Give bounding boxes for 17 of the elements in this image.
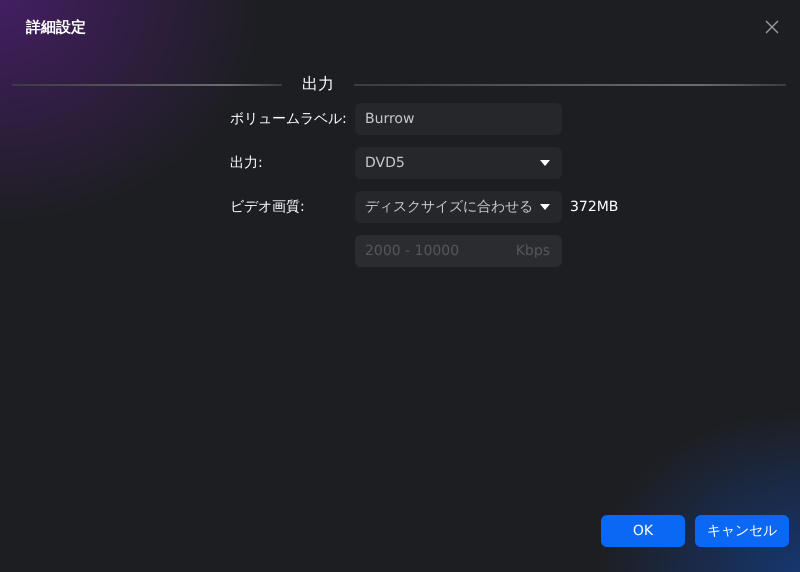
dropdown-value: ディスクサイズに合わせる: [365, 198, 533, 216]
dropdown-value: DVD5: [365, 155, 405, 171]
dropdown-caret-icon: [540, 160, 550, 166]
dropdown[interactable]: DVD5: [355, 147, 562, 179]
cancel-button[interactable]: キャンセル: [695, 515, 789, 547]
dropdown[interactable]: ディスクサイズに合わせる: [355, 191, 562, 223]
field-label: ボリュームラベル:: [230, 110, 348, 128]
close-button[interactable]: [764, 19, 780, 35]
volume-label-field[interactable]: Burrow: [355, 103, 562, 135]
dropdown-caret-icon: [540, 204, 550, 210]
size-estimate: 372MB: [570, 199, 618, 215]
field-label: 出力:: [230, 154, 264, 172]
field-label: ビデオ画質:: [230, 198, 306, 216]
section-title: 出力: [302, 74, 334, 95]
ok-button[interactable]: OK: [601, 515, 685, 547]
close-icon: [764, 19, 780, 35]
dialog-title: 詳細設定: [26, 18, 86, 36]
